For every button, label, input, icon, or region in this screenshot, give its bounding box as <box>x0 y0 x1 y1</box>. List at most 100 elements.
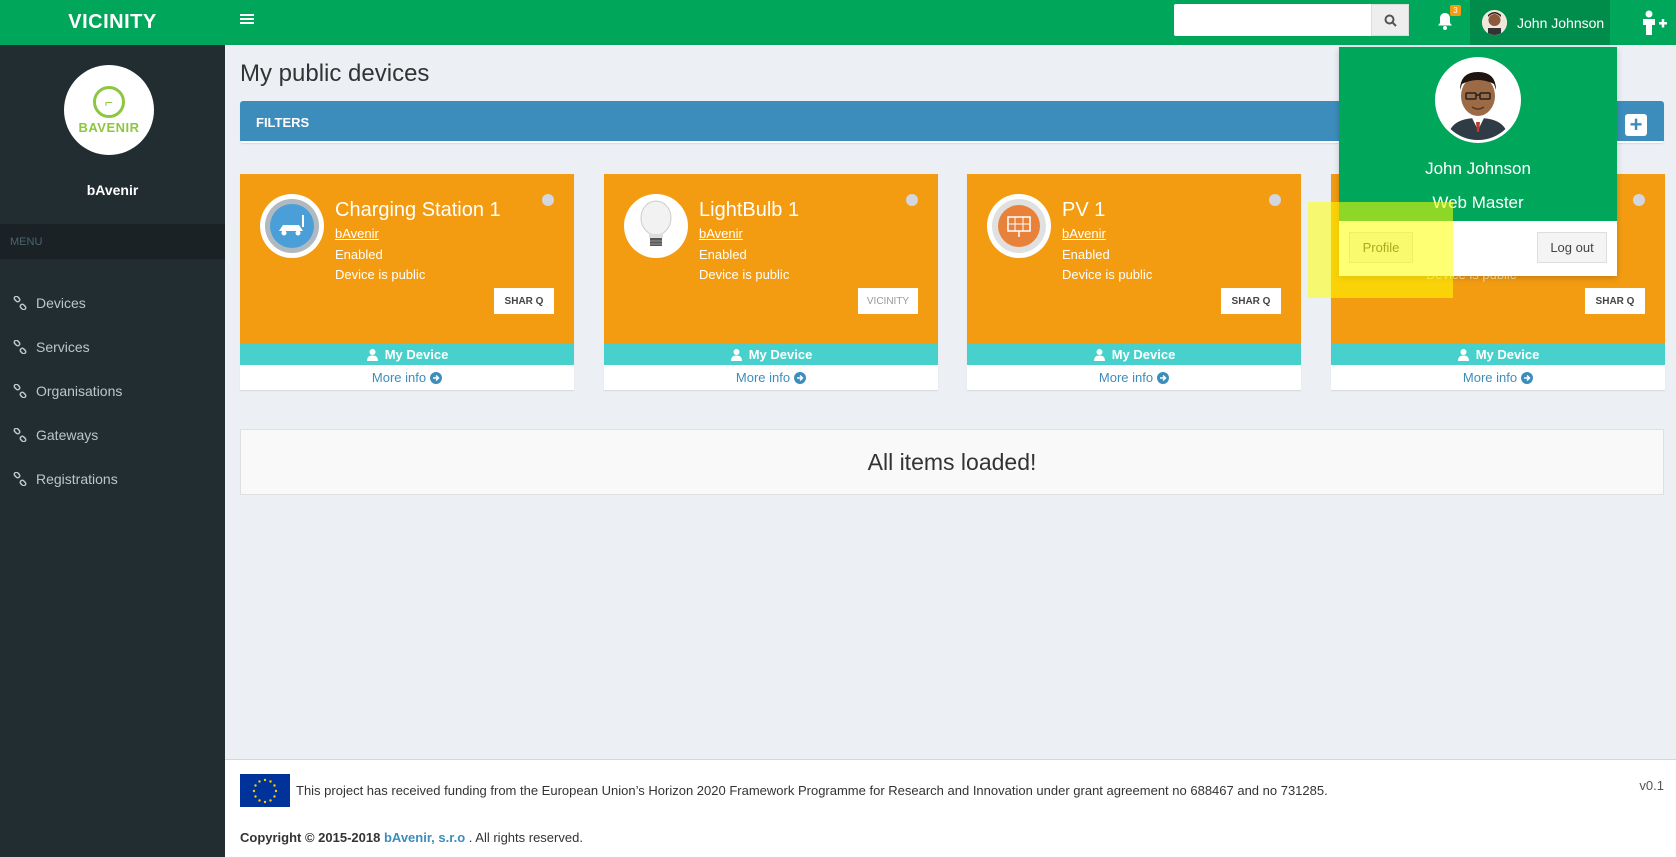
sidebar-item-organisations[interactable]: Organisations <box>0 369 225 413</box>
device-owner-link[interactable]: bAvenir <box>1062 226 1106 241</box>
charging-station-icon <box>265 199 319 253</box>
device-title[interactable]: LightBulb 1 <box>699 199 799 222</box>
menu-header: MENU <box>0 224 225 259</box>
device-status: Enabled <box>335 247 383 262</box>
more-info-label: More info <box>735 370 791 385</box>
my-device-label: My Device <box>1475 347 1540 362</box>
more-info-label: More info <box>1098 370 1154 385</box>
device-owner-link[interactable]: bAvenir <box>335 226 379 241</box>
user-dropdown-header: John Johnson Web Master <box>1339 47 1617 221</box>
more-info-label: More info <box>371 370 427 385</box>
user-dropdown: John Johnson Web Master Profile Log out <box>1339 47 1617 276</box>
sidebar: ⌐ BAVENIR bAvenir MENU Devices Services … <box>0 45 225 857</box>
avatar <box>1482 10 1507 35</box>
version-label: v0.1 <box>1639 778 1664 793</box>
status-dot-icon <box>906 194 918 206</box>
device-status: Enabled <box>699 247 747 262</box>
my-device-label: My Device <box>748 347 813 362</box>
sidebar-item-label: Devices <box>36 295 86 311</box>
sidebar-item-services[interactable]: Services <box>0 325 225 369</box>
device-title[interactable]: PV 1 <box>1062 199 1105 222</box>
link-icon <box>13 428 27 442</box>
menu-toggle-icon[interactable] <box>240 12 254 26</box>
device-icon-wrapper <box>260 194 324 258</box>
user-dropdown-role: Web Master <box>1432 193 1524 212</box>
arrow-circle-right-icon <box>1521 371 1534 384</box>
copyright-prefix: Copyright © 2015-2018 <box>240 830 381 845</box>
sidebar-item-registrations[interactable]: Registrations <box>0 457 225 501</box>
copyright-suffix: . All rights reserved. <box>468 830 583 845</box>
device-visibility: Device is public <box>699 267 790 282</box>
lightbulb-icon <box>640 200 672 246</box>
device-card: LightBulb 1 bAvenir Enabled Device is pu… <box>604 174 938 390</box>
device-icon-wrapper <box>624 194 688 258</box>
all-loaded-message: All items loaded! <box>240 429 1664 495</box>
status-dot-icon <box>542 194 554 206</box>
eu-flag-icon <box>240 774 290 807</box>
status-dot-icon <box>1633 194 1645 206</box>
arrow-circle-right-icon <box>1157 371 1170 384</box>
company-link[interactable]: bAvenir, s.r.o <box>384 830 465 845</box>
link-icon <box>13 296 27 310</box>
org-logo[interactable]: ⌐ BAVENIR <box>64 65 154 155</box>
notification-badge: 3 <box>1450 5 1461 16</box>
user-icon <box>730 349 742 361</box>
device-card-body: LightBulb 1 bAvenir Enabled Device is pu… <box>604 174 938 344</box>
arrow-circle-right-icon <box>794 371 807 384</box>
sidebar-item-label: Gateways <box>36 427 99 443</box>
more-info-link[interactable]: More info <box>967 365 1301 390</box>
user-dropdown-name: John Johnson <box>1425 159 1531 178</box>
user-menu-toggle[interactable]: John Johnson <box>1470 0 1610 45</box>
my-device-label: My Device <box>1111 347 1176 362</box>
org-name: bAvenir <box>86 182 139 198</box>
status-dot-icon <box>1269 194 1281 206</box>
my-device-label: My Device <box>384 347 449 362</box>
my-device-bar: My Device <box>1331 344 1665 365</box>
profile-button[interactable]: Profile <box>1349 232 1413 263</box>
device-card: PV 1 bAvenir Enabled Device is public SH… <box>967 174 1301 390</box>
device-visibility: Device is public <box>1062 267 1153 282</box>
user-name: John Johnson <box>1517 14 1605 31</box>
link-icon <box>13 472 27 486</box>
my-device-bar: My Device <box>967 344 1301 365</box>
device-owner-link[interactable]: bAvenir <box>699 226 743 241</box>
search-icon <box>1384 14 1397 27</box>
device-icon-wrapper <box>987 194 1051 258</box>
app-brand[interactable]: VICINITY <box>0 0 225 45</box>
org-logo-mark-icon: ⌐ <box>93 85 125 118</box>
more-info-link[interactable]: More info <box>1331 365 1665 390</box>
adapter-brand-logo: SHAR Q <box>1585 288 1645 314</box>
sidebar-item-devices[interactable]: Devices <box>0 281 225 325</box>
add-device-button[interactable]: + <box>1625 114 1647 136</box>
sidebar-item-gateways[interactable]: Gateways <box>0 413 225 457</box>
adapter-brand-logo: SHAR Q <box>494 288 554 314</box>
funding-text: This project has received funding from t… <box>296 783 1328 798</box>
logout-button[interactable]: Log out <box>1537 232 1607 263</box>
add-user-icon[interactable] <box>1631 0 1676 45</box>
page-title: My public devices <box>240 60 430 87</box>
sidebar-item-label: Services <box>36 339 90 355</box>
user-icon <box>366 349 378 361</box>
page-footer: This project has received funding from t… <box>225 759 1676 857</box>
search-input[interactable] <box>1174 4 1371 36</box>
device-card-body: PV 1 bAvenir Enabled Device is public SH… <box>967 174 1301 344</box>
device-status: Enabled <box>1062 247 1110 262</box>
more-info-link[interactable]: More info <box>604 365 938 390</box>
adapter-brand-logo: SHAR Q <box>1221 288 1281 314</box>
solar-panel-icon <box>992 199 1046 253</box>
user-icon <box>1457 349 1469 361</box>
my-device-bar: My Device <box>604 344 938 365</box>
more-info-link[interactable]: More info <box>240 365 574 390</box>
more-info-label: More info <box>1462 370 1518 385</box>
device-card: Charging Station 1 bAvenir Enabled Devic… <box>240 174 574 390</box>
plus-icon: + <box>1629 112 1643 137</box>
my-device-bar: My Device <box>240 344 574 365</box>
device-title[interactable]: Charging Station 1 <box>335 199 501 222</box>
link-icon <box>13 340 27 354</box>
search-button[interactable] <box>1371 4 1409 36</box>
org-logo-text: BAVENIR <box>78 119 140 135</box>
copyright: Copyright © 2015-2018 bAvenir, s.r.o . A… <box>240 830 583 845</box>
sidebar-item-label: Registrations <box>36 471 118 487</box>
top-navbar: 3 John Johnson <box>225 0 1676 45</box>
user-icon <box>1093 349 1105 361</box>
